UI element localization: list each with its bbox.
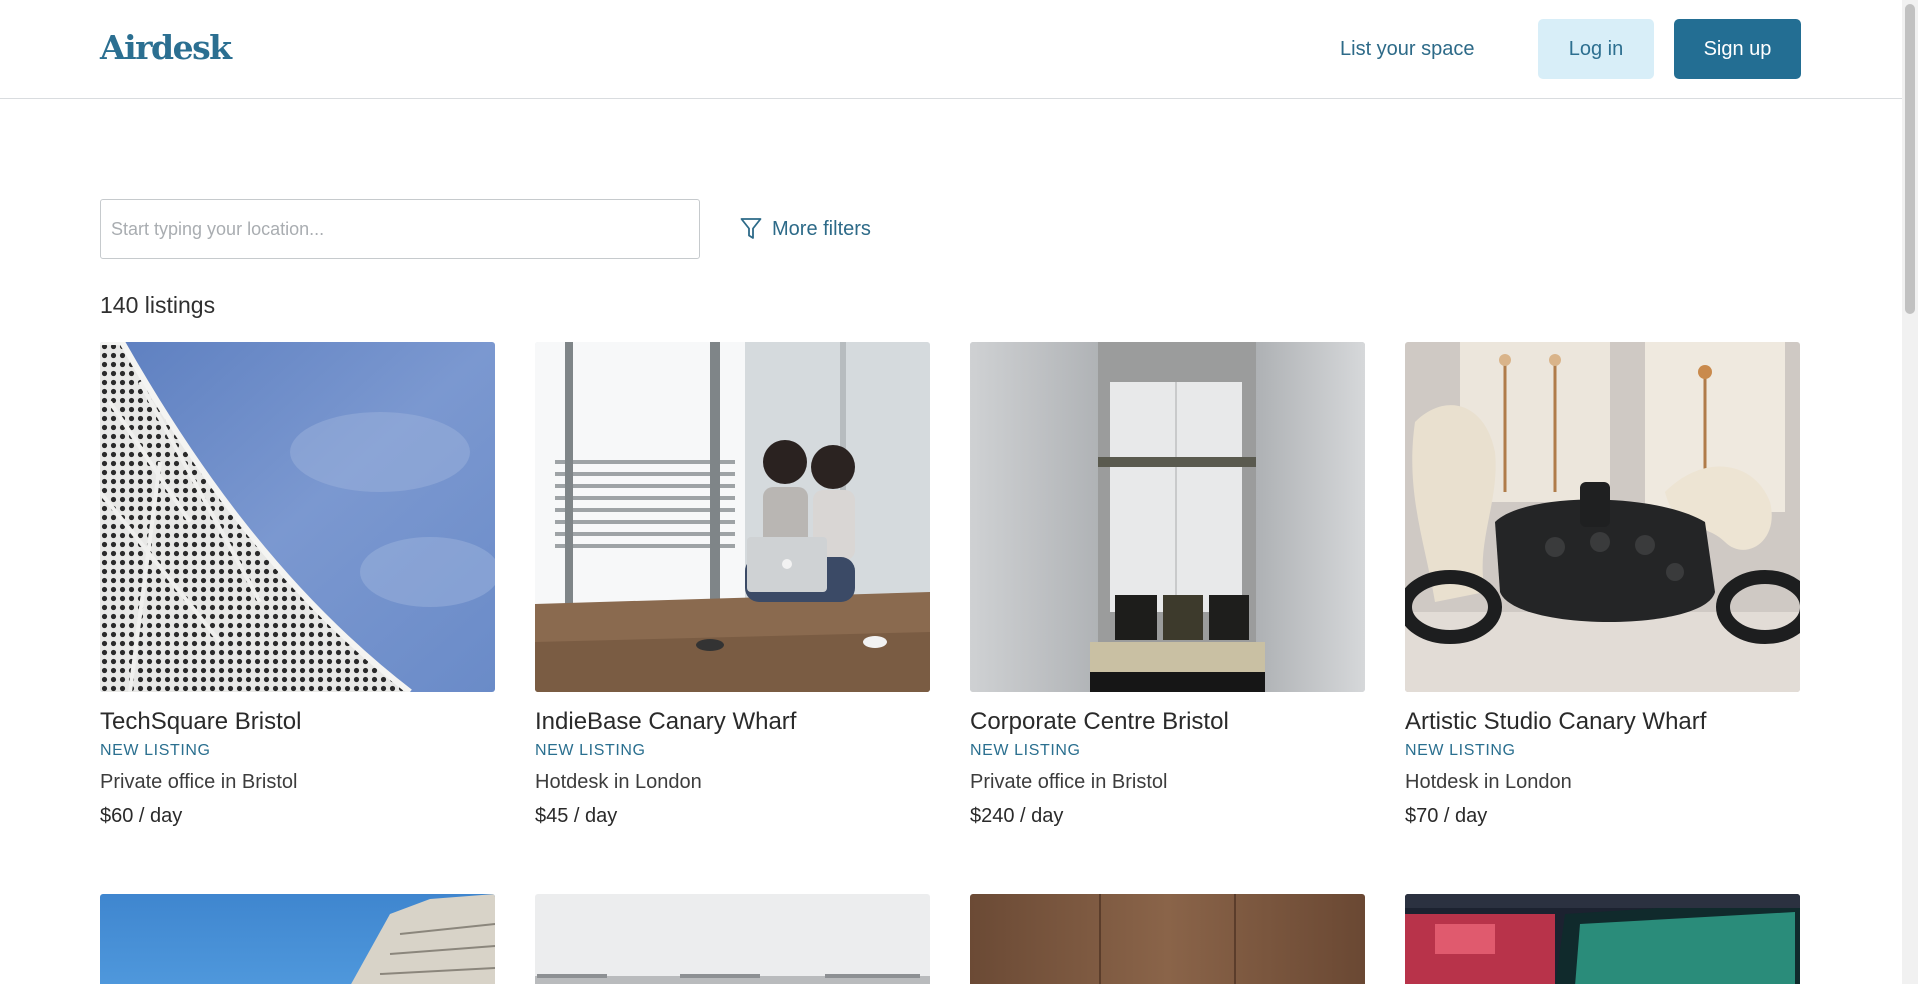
listing-photo[interactable]: [1405, 342, 1800, 692]
listing-card[interactable]: Corporate Centre Bristol NEW LISTING Pri…: [970, 342, 1365, 829]
listing-card[interactable]: TechSquare Bristol NEW LISTING Private o…: [100, 342, 495, 829]
listing-photo-partial[interactable]: [1405, 894, 1800, 984]
sign-up-button[interactable]: Sign up: [1674, 19, 1801, 79]
listing-photo-partial[interactable]: [100, 894, 495, 984]
listing-title[interactable]: TechSquare Bristol: [100, 707, 495, 737]
new-listing-badge: NEW LISTING: [535, 742, 646, 759]
listing-price: $60 / day: [100, 805, 183, 827]
scrollbar-thumb[interactable]: [1905, 4, 1915, 314]
filter-icon: [740, 217, 762, 241]
listing-price: $240 / day: [970, 805, 1064, 827]
listing-photo[interactable]: [970, 342, 1365, 692]
listing-card[interactable]: Artistic Studio Canary Wharf NEW LISTING…: [1405, 342, 1800, 829]
listing-price: $45 / day: [535, 805, 618, 827]
listing-photo[interactable]: [535, 342, 930, 692]
listing-title[interactable]: Artistic Studio Canary Wharf: [1405, 707, 1800, 737]
listing-photo-partial[interactable]: [970, 894, 1365, 984]
listing-photo-partial[interactable]: [535, 894, 930, 984]
new-listing-badge: NEW LISTING: [100, 742, 211, 759]
listing-count: 140 listings: [100, 292, 216, 318]
listing-title[interactable]: IndieBase Canary Wharf: [535, 707, 930, 737]
location-search-input[interactable]: [100, 199, 700, 259]
listing-type: Hotdesk in London: [535, 771, 702, 793]
listing-type: Private office in Bristol: [100, 771, 298, 793]
new-listing-badge: NEW LISTING: [1405, 742, 1516, 759]
listing-photo[interactable]: [100, 342, 495, 692]
airdesk-logo[interactable]: Airdesk: [100, 28, 232, 68]
listing-type: Hotdesk in London: [1405, 771, 1572, 793]
new-listing-badge: NEW LISTING: [970, 742, 1081, 759]
listing-title[interactable]: Corporate Centre Bristol: [970, 707, 1365, 737]
list-your-space-link[interactable]: List your space: [1340, 29, 1475, 69]
listing-type: Private office in Bristol: [970, 771, 1168, 793]
more-filters-label: More filters: [772, 217, 871, 240]
more-filters-button[interactable]: More filters: [740, 212, 871, 246]
top-navigation-bar: Airdesk List your space Log in Sign up: [0, 0, 1902, 99]
log-in-button[interactable]: Log in: [1538, 19, 1654, 79]
listing-price: $70 / day: [1405, 805, 1488, 827]
listing-card[interactable]: IndieBase Canary Wharf NEW LISTING Hotde…: [535, 342, 930, 829]
